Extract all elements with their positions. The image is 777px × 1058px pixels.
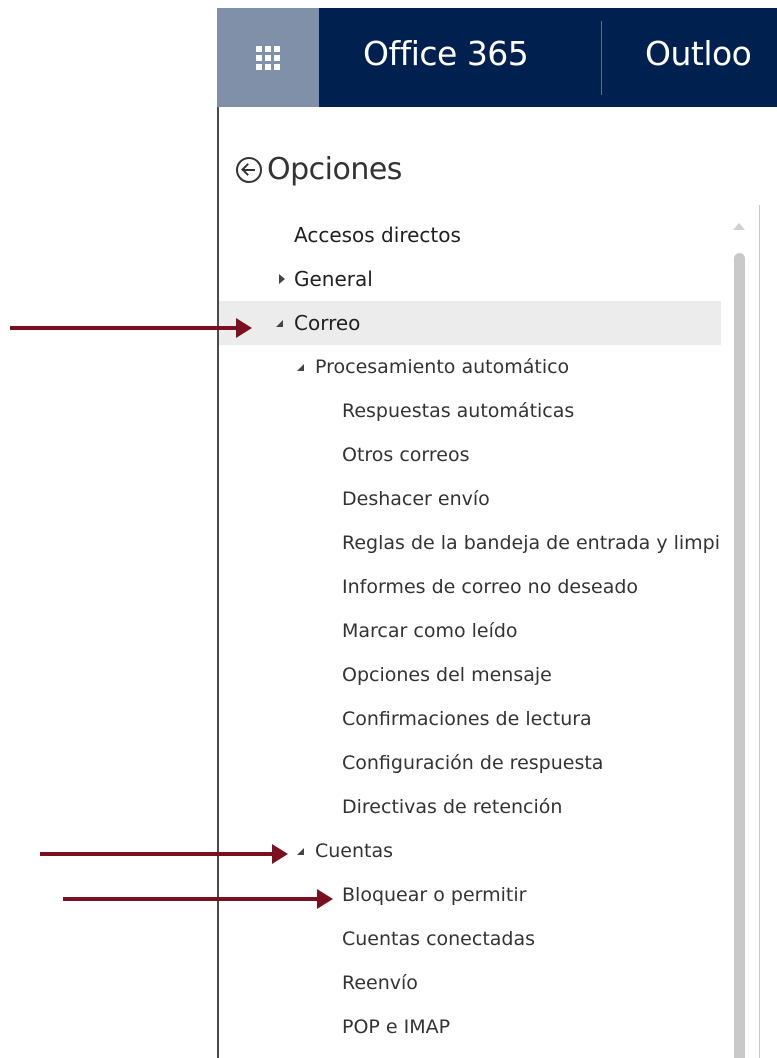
nav-item-label: Marcar como leído xyxy=(342,620,518,642)
scroll-up-arrow-icon[interactable] xyxy=(733,223,745,230)
annotation-arrow-bloquear xyxy=(63,889,333,909)
nav-item-respuestas-automaticas[interactable]: Respuestas automáticas xyxy=(219,389,721,433)
nav-item-opciones-del-mensaje[interactable]: Opciones del mensaje xyxy=(219,653,721,697)
nav-item-deshacer-envio[interactable]: Deshacer envío xyxy=(219,477,721,521)
vertical-scrollbar[interactable] xyxy=(734,253,745,1058)
nav-item-correo[interactable]: Correo xyxy=(219,301,721,345)
nav-item-label: POP e IMAP xyxy=(342,1016,451,1038)
nav-item-label: Accesos directos xyxy=(294,223,461,247)
nav-item-label: Correo xyxy=(294,311,361,335)
nav-item-confirmaciones-de-lectura[interactable]: Confirmaciones de lectura xyxy=(219,697,721,741)
nav-item-label: Otros correos xyxy=(342,444,470,466)
nav-item-label: Respuestas automáticas xyxy=(342,400,575,422)
nav-item-informes-correo-no-deseado[interactable]: Informes de correo no deseado xyxy=(219,565,721,609)
nav-item-label: General xyxy=(294,267,373,291)
nav-item-cuentas-conectadas[interactable]: Cuentas conectadas xyxy=(219,917,721,961)
nav-item-label: Cuentas xyxy=(315,840,394,862)
expanded-caret-icon[interactable] xyxy=(276,320,283,327)
nav-item-label: Reenvío xyxy=(342,972,418,994)
nav-item-configuracion-de-respuesta[interactable]: Configuración de respuesta xyxy=(219,741,721,785)
nav-item-label: Opciones del mensaje xyxy=(342,664,552,686)
nav-item-label: Confirmaciones de lectura xyxy=(342,708,592,730)
nav-item-label: Reglas de la bandeja de entrada y limpie… xyxy=(342,532,721,554)
nav-item-label: Deshacer envío xyxy=(342,488,490,510)
nav-item-label: Configuración de respuesta xyxy=(342,752,604,774)
nav-item-procesamiento-automatico[interactable]: Procesamiento automático xyxy=(219,345,721,389)
app-name-outlook[interactable]: Outloo xyxy=(645,34,752,73)
nav-item-label: Bloquear o permitir xyxy=(342,884,527,906)
expanded-caret-icon[interactable] xyxy=(297,364,304,371)
collapsed-caret-icon[interactable] xyxy=(279,274,285,284)
top-navigation-bar: Office 365 Outloo xyxy=(217,8,777,107)
nav-item-accesos-directos[interactable]: Accesos directos xyxy=(219,213,721,257)
nav-item-directivas-de-retencion[interactable]: Directivas de retención xyxy=(219,785,721,829)
app-launcher-button[interactable] xyxy=(217,8,319,107)
nav-item-reglas-bandeja-entrada[interactable]: Reglas de la bandeja de entrada y limpie… xyxy=(219,521,721,565)
nav-item-label: Cuentas conectadas xyxy=(342,928,536,950)
back-arrow-icon[interactable] xyxy=(236,156,262,183)
office-365-brand[interactable]: Office 365 xyxy=(363,34,529,73)
options-title: Opciones xyxy=(267,152,402,187)
waffle-icon xyxy=(256,45,280,70)
nav-item-label: Procesamiento automático xyxy=(315,356,570,378)
nav-item-otros-correos[interactable]: Otros correos xyxy=(219,433,721,477)
nav-item-marcar-como-leido[interactable]: Marcar como leído xyxy=(219,609,721,653)
options-header[interactable]: Opciones xyxy=(236,152,402,187)
expanded-caret-icon[interactable] xyxy=(297,848,304,855)
options-navigation-tree: Accesos directos General Correo Procesam… xyxy=(219,213,721,1049)
nav-item-reenvio[interactable]: Reenvío xyxy=(219,961,721,1005)
nav-item-label: Directivas de retención xyxy=(342,796,563,818)
annotation-arrow-cuentas xyxy=(40,844,288,864)
nav-item-label: Informes de correo no deseado xyxy=(342,576,639,598)
topbar-divider xyxy=(601,21,602,95)
nav-item-cuentas[interactable]: Cuentas xyxy=(219,829,721,873)
annotation-arrow-correo xyxy=(10,318,252,338)
content-pane-border xyxy=(759,205,760,1058)
nav-item-general[interactable]: General xyxy=(219,257,721,301)
nav-item-bloquear-o-permitir[interactable]: Bloquear o permitir xyxy=(219,873,721,917)
nav-item-pop-e-imap[interactable]: POP e IMAP xyxy=(219,1005,721,1049)
